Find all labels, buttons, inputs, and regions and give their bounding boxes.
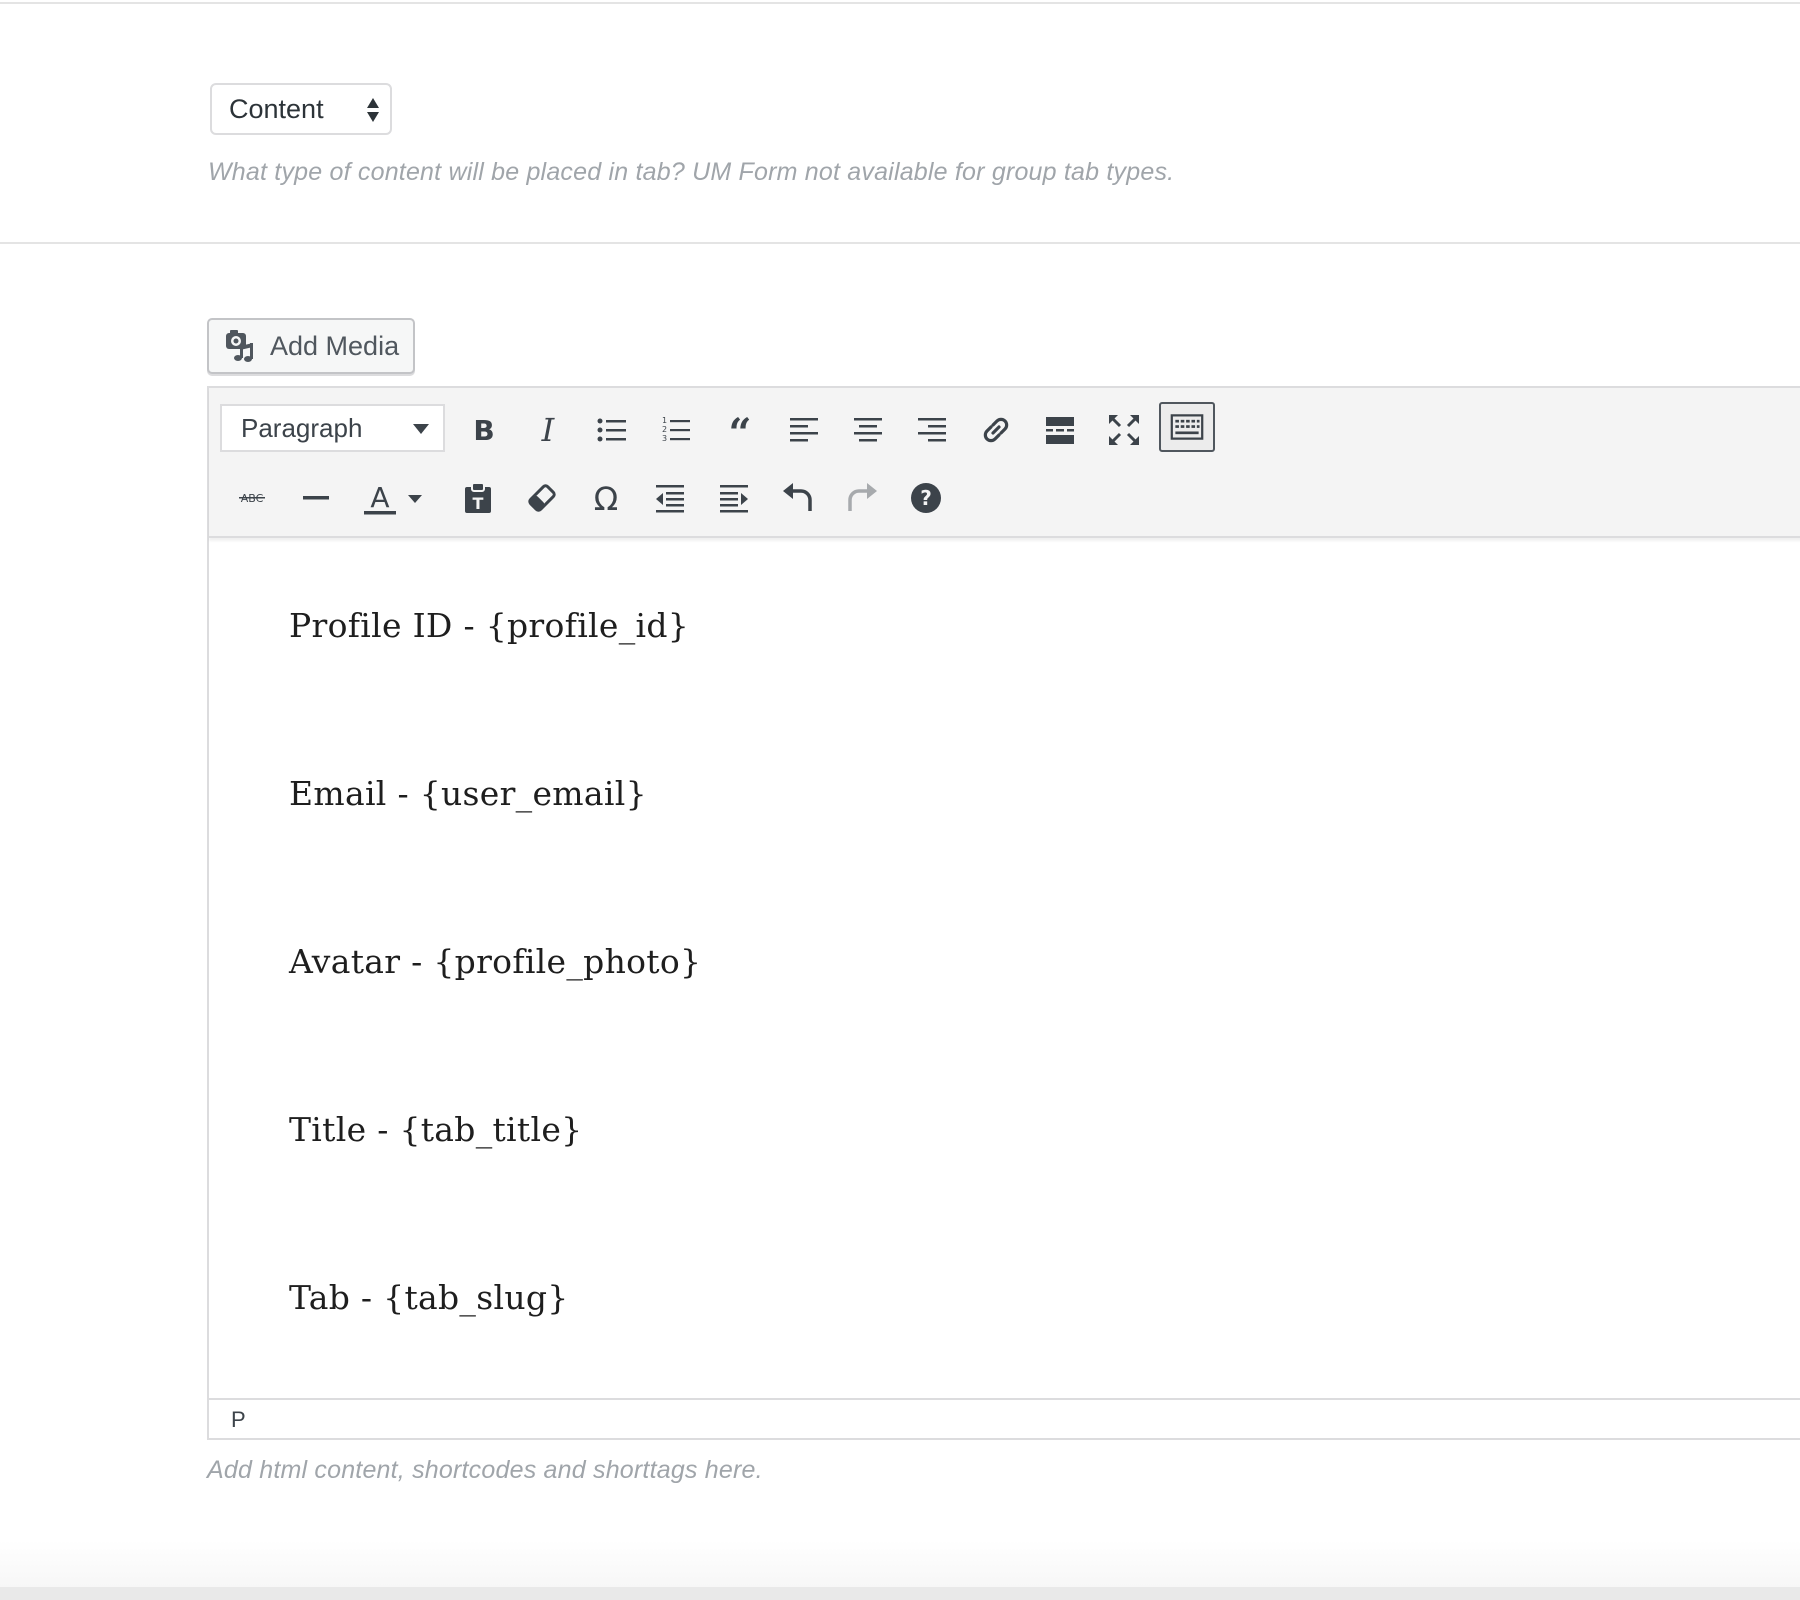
chevron-down-icon [408,495,422,503]
bottom-shade [0,1540,1800,1587]
text-color-button[interactable]: A [357,475,403,521]
text-color-dropdown[interactable] [403,475,427,521]
align-center-icon [854,418,882,442]
format-select[interactable]: Paragraph [220,404,445,452]
undo-button[interactable] [775,475,821,521]
paste-as-text-button[interactable]: T [455,475,501,521]
content-paragraph: Email - {user_email} [289,774,647,813]
indent-icon [720,485,748,513]
svg-text:T: T [473,494,484,513]
special-character-icon: Ω [594,481,618,515]
svg-text:1: 1 [662,416,667,425]
svg-text:2: 2 [662,425,667,434]
content-type-select[interactable]: Content [210,83,392,135]
bold-icon: B [473,414,494,447]
undo-icon [783,483,812,511]
special-character-button[interactable]: Ω [583,475,629,521]
svg-text:Ω: Ω [594,481,618,515]
visual-editor: Paragraph B I 1 2 3 “ ABC A T Ω ? Profil… [207,386,1800,1440]
read-more-button[interactable] [1037,407,1083,453]
read-more-icon [1046,417,1074,444]
align-left-icon [790,418,818,442]
insert-link-icon [983,417,1009,443]
content-type-hint: What type of content will be placed in t… [208,158,1175,186]
outdent-icon [656,485,684,513]
svg-text:“: “ [728,413,751,447]
svg-text:3: 3 [662,434,667,443]
italic-icon: I [541,413,556,447]
content-paragraph: Avatar - {profile_photo} [289,942,702,981]
editor-statusbar: P [209,1398,1800,1440]
bottom-band [0,1587,1800,1600]
clear-formatting-icon [528,484,556,512]
clear-formatting-button[interactable] [519,475,565,521]
strikethrough-icon: ABC [239,492,265,505]
numbered-list-button[interactable]: 1 2 3 [653,407,699,453]
align-center-button[interactable] [845,407,891,453]
top-divider [0,2,1800,4]
editor-toolbar: Paragraph B I 1 2 3 “ ABC A T Ω ? [209,388,1800,538]
outdent-button[interactable] [647,475,693,521]
text-color-icon: A [364,481,396,515]
bold-button[interactable]: B [461,407,507,453]
blockquote-icon: “ [728,413,751,447]
horizontal-line-button[interactable] [293,475,339,521]
help-icon: ? [911,483,941,513]
add-media-button[interactable]: Add Media [207,318,415,374]
select-arrows-icon [367,98,379,122]
add-media-label: Add Media [270,330,400,361]
editor-content-area[interactable]: Profile ID - {profile_id} Email - {user_… [209,538,1800,1388]
svg-text:I: I [541,413,556,447]
numbered-list-icon: 1 2 3 [662,416,690,443]
fullscreen-icon [1109,415,1139,445]
content-type-selected: Content [229,93,324,124]
help-button[interactable]: ? [903,475,949,521]
element-path[interactable]: P [231,1407,246,1433]
svg-text:B: B [473,414,494,447]
paste-as-text-icon: T [465,482,491,513]
align-left-button[interactable] [781,407,827,453]
italic-button[interactable]: I [525,407,571,453]
redo-button[interactable] [839,475,885,521]
chevron-down-icon [413,424,429,434]
toolbar-toggle-button[interactable] [1159,402,1215,452]
section-divider [0,242,1800,244]
fullscreen-button[interactable] [1101,407,1147,453]
content-paragraph: Title - {tab_title} [289,1110,583,1149]
toolbar-toggle-icon [1170,414,1204,440]
strikethrough-button[interactable]: ABC [229,475,275,521]
format-select-value: Paragraph [241,412,363,443]
indent-button[interactable] [711,475,757,521]
editor-hint: Add html content, shortcodes and shortta… [207,1456,763,1484]
content-paragraph: Tab - {tab_slug} [289,1278,569,1317]
blockquote-button[interactable]: “ [717,407,763,453]
svg-text:?: ? [920,486,932,510]
align-right-button[interactable] [909,407,955,453]
bulleted-list-button[interactable] [589,407,635,453]
horizontal-line-icon [303,496,329,500]
text-color-glyph: A [370,481,389,514]
insert-link-button[interactable] [973,407,1019,453]
redo-icon [848,483,877,511]
media-icon [226,330,253,362]
content-paragraph: Profile ID - {profile_id} [289,606,690,645]
bulleted-list-icon [597,418,626,442]
align-right-icon [918,418,946,442]
